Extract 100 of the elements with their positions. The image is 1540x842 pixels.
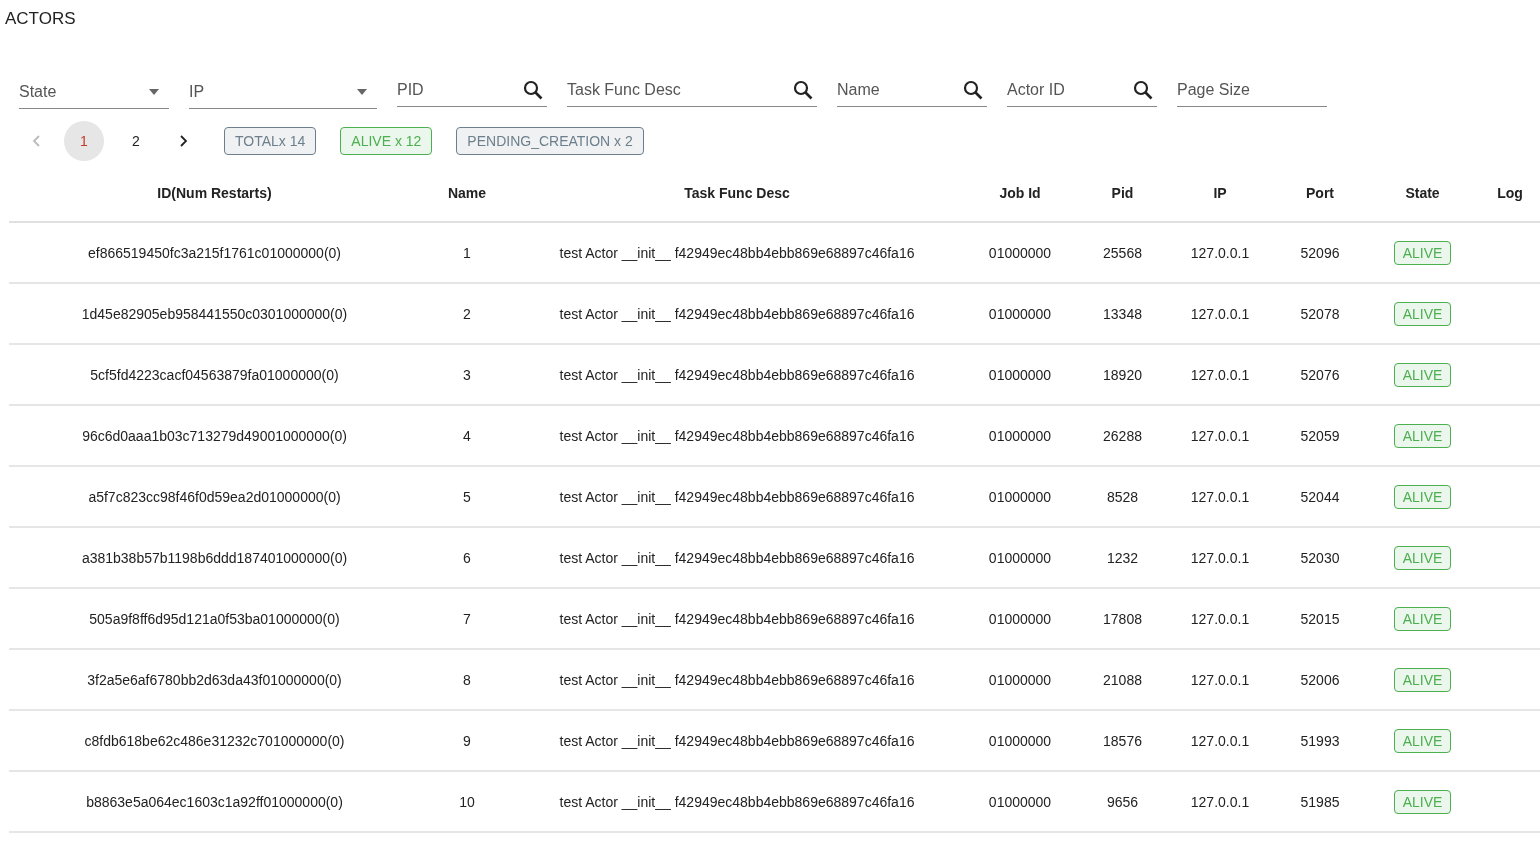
pid-cell: 25568 — [1103, 244, 1142, 261]
name-cell: 3 — [463, 366, 471, 383]
search-icon — [1133, 80, 1153, 100]
dropdown-field[interactable]: State — [19, 75, 169, 109]
name-cell: 6 — [463, 549, 471, 566]
pid-cell: 8528 — [1106, 488, 1139, 505]
actor-id-cell: 3f2a5e6af6780bb2d63da43f01000000(0) — [87, 671, 342, 688]
page-button[interactable]: 2 — [116, 121, 156, 161]
ip-cell: 127.0.0.1 — [1190, 427, 1250, 444]
state-count-tag: TOTALx 14 — [224, 127, 317, 155]
job-id-cell: 01000000 — [988, 305, 1052, 322]
search-field[interactable]: Name — [837, 73, 987, 107]
name-cell: 4 — [463, 427, 471, 444]
pid-cell: 18920 — [1103, 366, 1142, 383]
job-id-cell: 01000000 — [988, 549, 1052, 566]
search-field[interactable]: Actor ID — [1007, 73, 1157, 107]
caret-icon — [149, 89, 159, 95]
search-field[interactable]: PID — [397, 73, 547, 107]
pid-cell: 17808 — [1103, 610, 1142, 627]
state-tag: ALIVE — [1393, 362, 1452, 387]
actor-id-cell: 505a9f8ff6d95d121a0f53ba01000000(0) — [89, 610, 340, 627]
pid-cell: 1232 — [1106, 549, 1139, 566]
task-desc-cell: test Actor __init__ f42949ec48bb4ebb869e68897c46fa16 — [559, 244, 915, 261]
task-desc-cell: test Actor __init__ f42949ec48bb4ebb869e68897c46fa16 — [559, 732, 915, 749]
actor-id-cell: ef866519450fc3a215f1761c01000000(0) — [88, 244, 341, 261]
column-header: Name — [447, 185, 487, 201]
port-cell: 52006 — [1300, 671, 1340, 688]
pid-cell: 18576 — [1103, 732, 1142, 749]
job-id-cell: 01000000 — [988, 488, 1052, 505]
search-icon — [523, 80, 543, 100]
job-id-cell: 01000000 — [988, 610, 1052, 627]
search-icon — [963, 80, 983, 100]
ip-cell: 127.0.0.1 — [1190, 732, 1250, 749]
page-button[interactable]: 1 — [64, 121, 104, 161]
port-cell: 52078 — [1300, 305, 1340, 322]
port-cell: 52076 — [1300, 366, 1340, 383]
task-desc-cell: test Actor __init__ f42949ec48bb4ebb869e68897c46fa16 — [559, 366, 915, 383]
actor-id-cell: c8fdb618be62c486e31232c701000000(0) — [84, 732, 345, 749]
state-tag: ALIVE — [1393, 667, 1452, 692]
column-header: IP — [1213, 185, 1227, 201]
name-cell: 10 — [459, 793, 475, 810]
ip-cell: 127.0.0.1 — [1190, 671, 1250, 688]
actor-id-cell: 1d45e82905eb958441550c0301000000(0) — [81, 305, 348, 322]
state-tag: ALIVE — [1393, 728, 1452, 753]
column-header: Log — [1497, 185, 1523, 201]
job-id-cell: 01000000 — [988, 671, 1052, 688]
name-cell: 2 — [463, 305, 471, 322]
name-cell: 9 — [463, 732, 471, 749]
job-id-cell: 01000000 — [988, 366, 1052, 383]
task-desc-cell: test Actor __init__ f42949ec48bb4ebb869e68897c46fa16 — [559, 427, 915, 444]
task-desc-cell: test Actor __init__ f42949ec48bb4ebb869e68897c46fa16 — [559, 793, 915, 810]
actor-id-cell: a5f7c823cc98f46f0d59ea2d01000000(0) — [88, 488, 341, 505]
job-id-cell: 01000000 — [988, 244, 1052, 261]
search-icon — [793, 80, 813, 100]
name-cell: 7 — [463, 610, 471, 627]
column-header: Pid — [1111, 185, 1134, 201]
state-count-tag: ALIVE x 12 — [340, 127, 433, 155]
name-cell: 5 — [463, 488, 471, 505]
actor-id-cell: a381b38b57b1198b6ddd187401000000(0) — [81, 549, 348, 566]
state-tag: ALIVE — [1393, 484, 1452, 509]
job-id-cell: 01000000 — [988, 732, 1052, 749]
actor-id-cell: 96c6d0aaa1b03c713279d49001000000(0) — [82, 427, 347, 444]
job-id-cell: 01000000 — [988, 793, 1052, 810]
task-desc-cell: test Actor __init__ f42949ec48bb4ebb869e68897c46fa16 — [559, 488, 915, 505]
job-id-cell: 01000000 — [988, 427, 1052, 444]
task-desc-cell: test Actor __init__ f42949ec48bb4ebb869e68897c46fa16 — [559, 610, 915, 627]
pid-cell: 26288 — [1103, 427, 1142, 444]
state-tag: ALIVE — [1393, 301, 1452, 326]
name-cell: 8 — [463, 671, 471, 688]
column-header: Job Id — [999, 185, 1041, 201]
caret-icon — [357, 89, 367, 95]
pid-cell: 21088 — [1103, 671, 1142, 688]
task-desc-cell: test Actor __init__ f42949ec48bb4ebb869e68897c46fa16 — [559, 671, 915, 688]
ip-cell: 127.0.0.1 — [1190, 610, 1250, 627]
page-title: ACTORS — [4, 8, 77, 29]
state-tag: ALIVE — [1393, 240, 1452, 265]
search-field[interactable]: Task Func Desc — [567, 73, 817, 107]
port-cell: 52044 — [1300, 488, 1340, 505]
page-size-field[interactable]: Page Size — [1177, 73, 1327, 107]
ip-cell: 127.0.0.1 — [1190, 366, 1250, 383]
pid-cell: 13348 — [1103, 305, 1142, 322]
column-header: Port — [1306, 185, 1334, 201]
state-count-tag: PENDING_CREATION x 2 — [456, 127, 644, 155]
state-tag: ALIVE — [1393, 606, 1452, 631]
state-tag: ALIVE — [1393, 545, 1452, 570]
ip-cell: 127.0.0.1 — [1190, 549, 1250, 566]
ip-cell: 127.0.0.1 — [1190, 488, 1250, 505]
pid-cell: 9656 — [1106, 793, 1139, 810]
actor-id-cell: 5cf5fd4223cacf04563879fa01000000(0) — [90, 366, 339, 383]
port-cell: 51993 — [1300, 732, 1340, 749]
port-cell: 52096 — [1300, 244, 1340, 261]
chevron-right-icon — [180, 135, 188, 147]
name-cell: 1 — [463, 244, 471, 261]
column-header: ID(Num Restarts) — [157, 185, 272, 201]
chevron-left-icon — [32, 135, 40, 147]
task-desc-cell: test Actor __init__ f42949ec48bb4ebb869e68897c46fa16 — [559, 549, 915, 566]
port-cell: 52015 — [1300, 610, 1340, 627]
column-header: Task Func Desc — [684, 185, 790, 201]
state-tag: ALIVE — [1393, 789, 1452, 814]
port-cell: 52030 — [1300, 549, 1340, 566]
